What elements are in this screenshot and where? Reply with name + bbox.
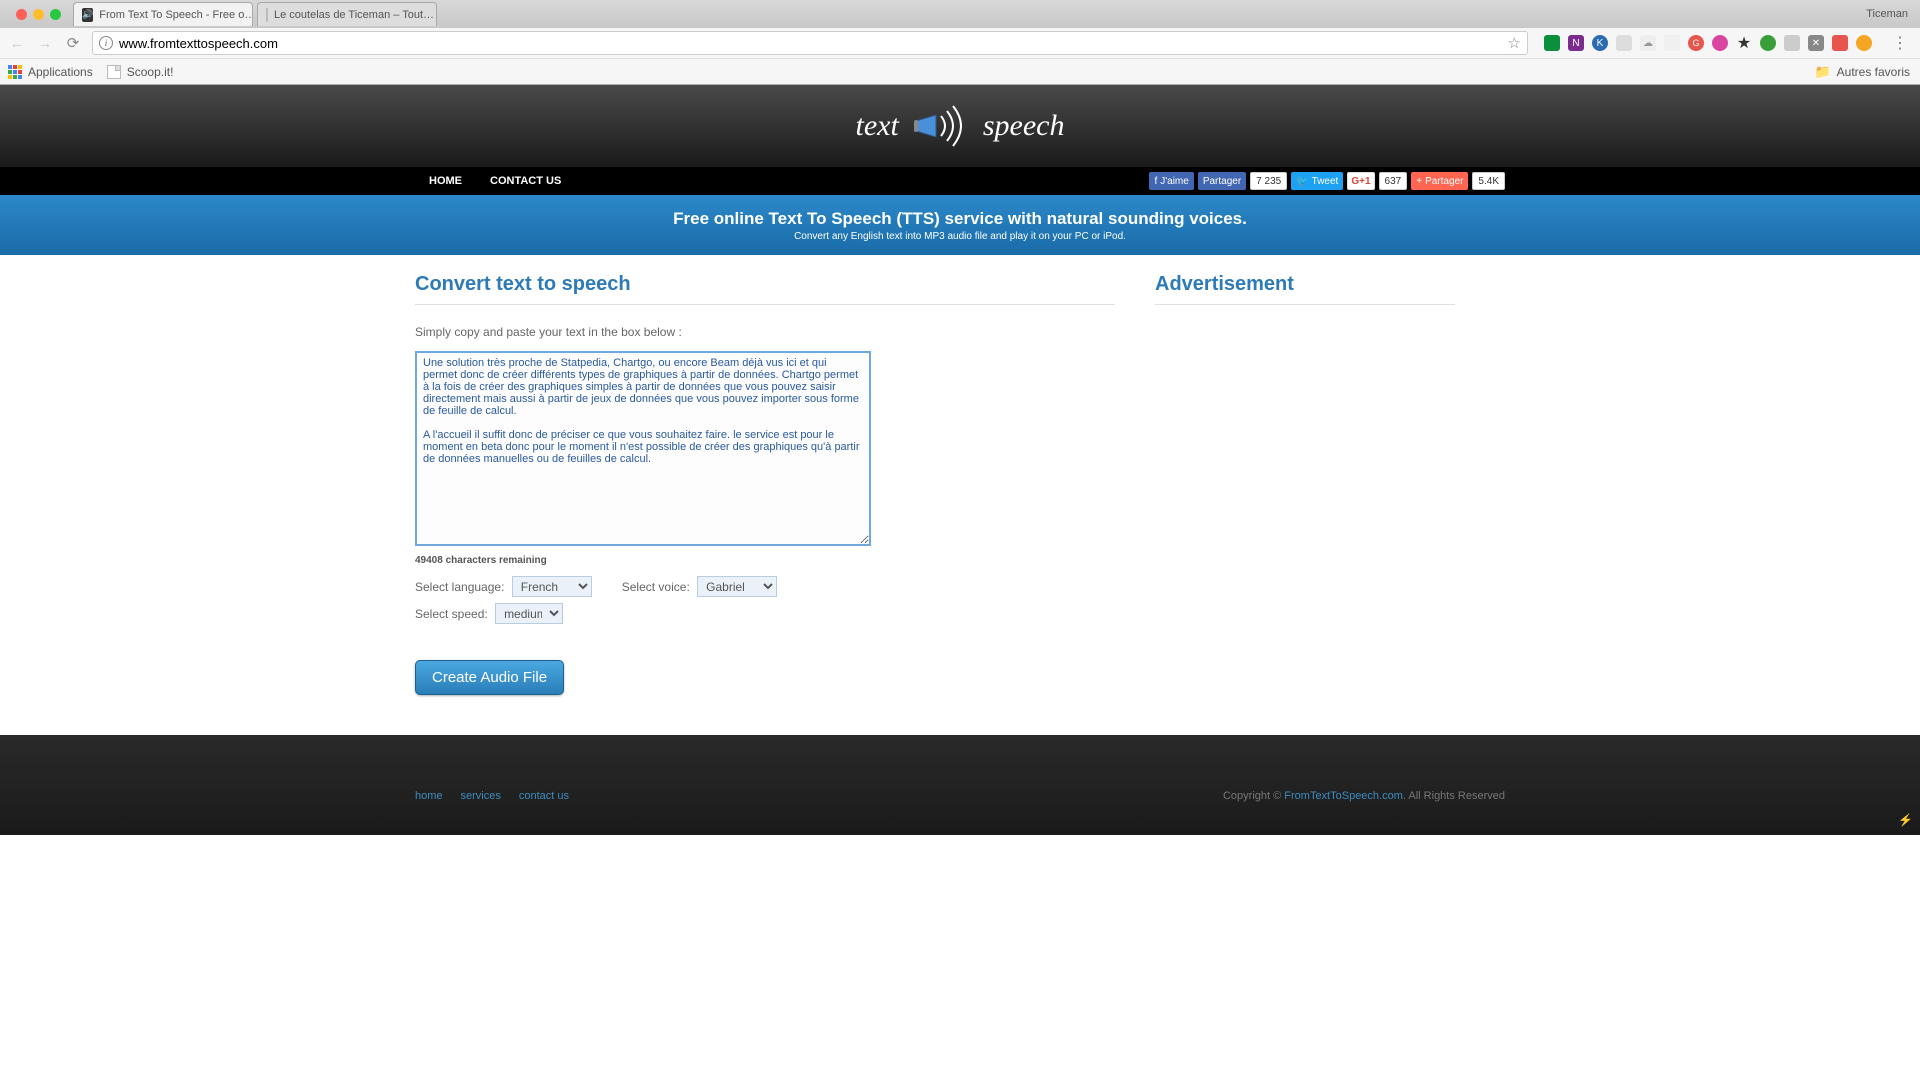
logo-text-left: text bbox=[856, 109, 899, 143]
browser-chrome: 🔊 From Text To Speech - Free o… × Le cou… bbox=[0, 0, 1920, 85]
url-input[interactable] bbox=[119, 36, 1502, 51]
other-bookmarks-label: Autres favoris bbox=[1837, 65, 1910, 79]
back-button[interactable]: ← bbox=[8, 34, 26, 52]
facebook-count: 7 235 bbox=[1250, 172, 1287, 190]
nav-contact[interactable]: CONTACT US bbox=[476, 175, 575, 187]
nav-toolbar: ← → ⟳ i ☆ N K ☁ G ★ ✕ ⋮ bbox=[0, 28, 1920, 58]
minimize-window-button[interactable] bbox=[33, 9, 44, 20]
extension-icon[interactable]: ✕ bbox=[1808, 35, 1824, 51]
hero-subtitle: Convert any English text into MP3 audio … bbox=[794, 231, 1126, 242]
twitter-tweet-button[interactable]: 🐦Tweet bbox=[1291, 172, 1343, 190]
extension-icon[interactable] bbox=[1664, 35, 1680, 51]
extension-icon[interactable]: ★ bbox=[1736, 35, 1752, 51]
extension-icon[interactable]: ☁ bbox=[1640, 35, 1656, 51]
close-window-button[interactable] bbox=[16, 9, 27, 20]
site-header: text speech bbox=[0, 85, 1920, 167]
footer-site-link[interactable]: FromTextToSpeech.com bbox=[1284, 790, 1403, 802]
window-controls bbox=[8, 9, 69, 20]
extension-icon[interactable] bbox=[1832, 35, 1848, 51]
hero-title: Free online Text To Speech (TTS) service… bbox=[673, 209, 1247, 229]
logo-text-right: speech bbox=[983, 109, 1065, 143]
apps-grid-icon bbox=[8, 65, 22, 79]
apps-label: Applications bbox=[28, 65, 93, 79]
characters-remaining: 49408 characters remaining bbox=[415, 555, 1115, 566]
twitter-icon: 🐦 bbox=[1296, 176, 1308, 187]
bookmark-label: Scoop.it! bbox=[127, 65, 174, 79]
instruction-text: Simply copy and paste your text in the b… bbox=[415, 325, 1115, 339]
site-logo: text speech bbox=[856, 101, 1065, 151]
bookmark-item[interactable]: Scoop.it! bbox=[107, 65, 174, 79]
megaphone-icon bbox=[911, 101, 971, 151]
content-area: Convert text to speech Simply copy and p… bbox=[415, 255, 1505, 735]
text-input-textarea[interactable] bbox=[415, 351, 871, 546]
extension-icon[interactable] bbox=[1616, 35, 1632, 51]
facebook-like-button[interactable]: fJ'aime bbox=[1149, 172, 1193, 190]
tab-bar: 🔊 From Text To Speech - Free o… × Le cou… bbox=[0, 0, 1920, 28]
extension-icon[interactable] bbox=[1784, 35, 1800, 51]
tab-title: From Text To Speech - Free o… bbox=[99, 9, 253, 21]
profile-name[interactable]: Ticeman bbox=[1866, 8, 1908, 20]
extension-icon[interactable] bbox=[1712, 35, 1728, 51]
facebook-icon: f bbox=[1154, 176, 1157, 187]
language-select[interactable]: French bbox=[512, 576, 592, 597]
extension-icon[interactable] bbox=[1856, 35, 1872, 51]
site-info-icon[interactable]: i bbox=[99, 36, 113, 50]
browser-menu-button[interactable]: ⋮ bbox=[1888, 33, 1912, 53]
extension-icon[interactable] bbox=[1544, 35, 1560, 51]
favicon-icon bbox=[266, 8, 268, 22]
facebook-share-button[interactable]: Partager bbox=[1198, 172, 1246, 190]
sidebar-column: Advertisement bbox=[1155, 273, 1455, 695]
google-plus-button[interactable]: G+1 bbox=[1347, 172, 1374, 190]
extensions-row: N K ☁ G ★ ✕ bbox=[1538, 35, 1878, 51]
language-label: Select language: bbox=[415, 580, 504, 594]
voice-label: Select voice: bbox=[622, 580, 690, 594]
advertisement-title: Advertisement bbox=[1155, 273, 1455, 305]
addthis-share-button[interactable]: +Partager bbox=[1411, 172, 1468, 190]
extension-icon[interactable]: K bbox=[1592, 35, 1608, 51]
create-audio-button[interactable]: Create Audio File bbox=[415, 660, 564, 695]
forward-button[interactable]: → bbox=[36, 34, 54, 52]
controls-row-1: Select language: French Select voice: Ga… bbox=[415, 576, 1115, 597]
extension-icon[interactable] bbox=[1760, 35, 1776, 51]
google-plus-count: 637 bbox=[1379, 172, 1408, 190]
section-title: Convert text to speech bbox=[415, 273, 1115, 305]
browser-tab-active[interactable]: 🔊 From Text To Speech - Free o… × bbox=[73, 2, 253, 26]
bookmark-star-icon[interactable]: ☆ bbox=[1508, 34, 1521, 52]
favicon-icon: 🔊 bbox=[82, 8, 93, 22]
maximize-window-button[interactable] bbox=[50, 9, 61, 20]
speed-select[interactable]: medium bbox=[495, 603, 563, 624]
site-footer: home services contact us Copyright © Fro… bbox=[0, 735, 1920, 835]
hero-banner: Free online Text To Speech (TTS) service… bbox=[0, 195, 1920, 255]
page-icon bbox=[107, 65, 121, 79]
controls-row-2: Select speed: medium bbox=[415, 603, 1115, 624]
other-bookmarks-folder[interactable]: 📁 Autres favoris bbox=[1814, 64, 1910, 80]
folder-icon: 📁 bbox=[1814, 64, 1830, 80]
plus-icon: + bbox=[1416, 176, 1422, 187]
extension-icon[interactable]: N bbox=[1568, 35, 1584, 51]
voice-select[interactable]: Gabriel bbox=[697, 576, 777, 597]
footer-links: home services contact us bbox=[415, 790, 569, 802]
extension-icon[interactable]: G bbox=[1688, 35, 1704, 51]
address-bar[interactable]: i ☆ bbox=[92, 31, 1528, 55]
browser-tab-inactive[interactable]: Le coutelas de Ticeman – Tout… × bbox=[257, 2, 437, 26]
footer-home-link[interactable]: home bbox=[415, 790, 443, 802]
nav-home[interactable]: HOME bbox=[415, 175, 476, 187]
main-nav: HOME CONTACT US fJ'aime Partager 7 235 🐦… bbox=[0, 167, 1920, 195]
addthis-count: 5.4K bbox=[1472, 172, 1505, 190]
bookmarks-bar: Applications Scoop.it! 📁 Autres favoris bbox=[0, 58, 1920, 84]
reload-button[interactable]: ⟳ bbox=[64, 34, 82, 52]
social-buttons: fJ'aime Partager 7 235 🐦Tweet G+1 637 +P… bbox=[1149, 172, 1505, 190]
footer-services-link[interactable]: services bbox=[461, 790, 501, 802]
corner-badge-icon[interactable]: ⚡ bbox=[1898, 813, 1914, 829]
footer-contact-link[interactable]: contact us bbox=[519, 790, 569, 802]
speed-label: Select speed: bbox=[415, 607, 488, 621]
footer-copyright: Copyright © FromTextToSpeech.com. All Ri… bbox=[1223, 790, 1505, 802]
main-column: Convert text to speech Simply copy and p… bbox=[415, 273, 1115, 695]
apps-button[interactable]: Applications bbox=[8, 65, 93, 79]
tab-title: Le coutelas de Ticeman – Tout… bbox=[274, 9, 434, 21]
